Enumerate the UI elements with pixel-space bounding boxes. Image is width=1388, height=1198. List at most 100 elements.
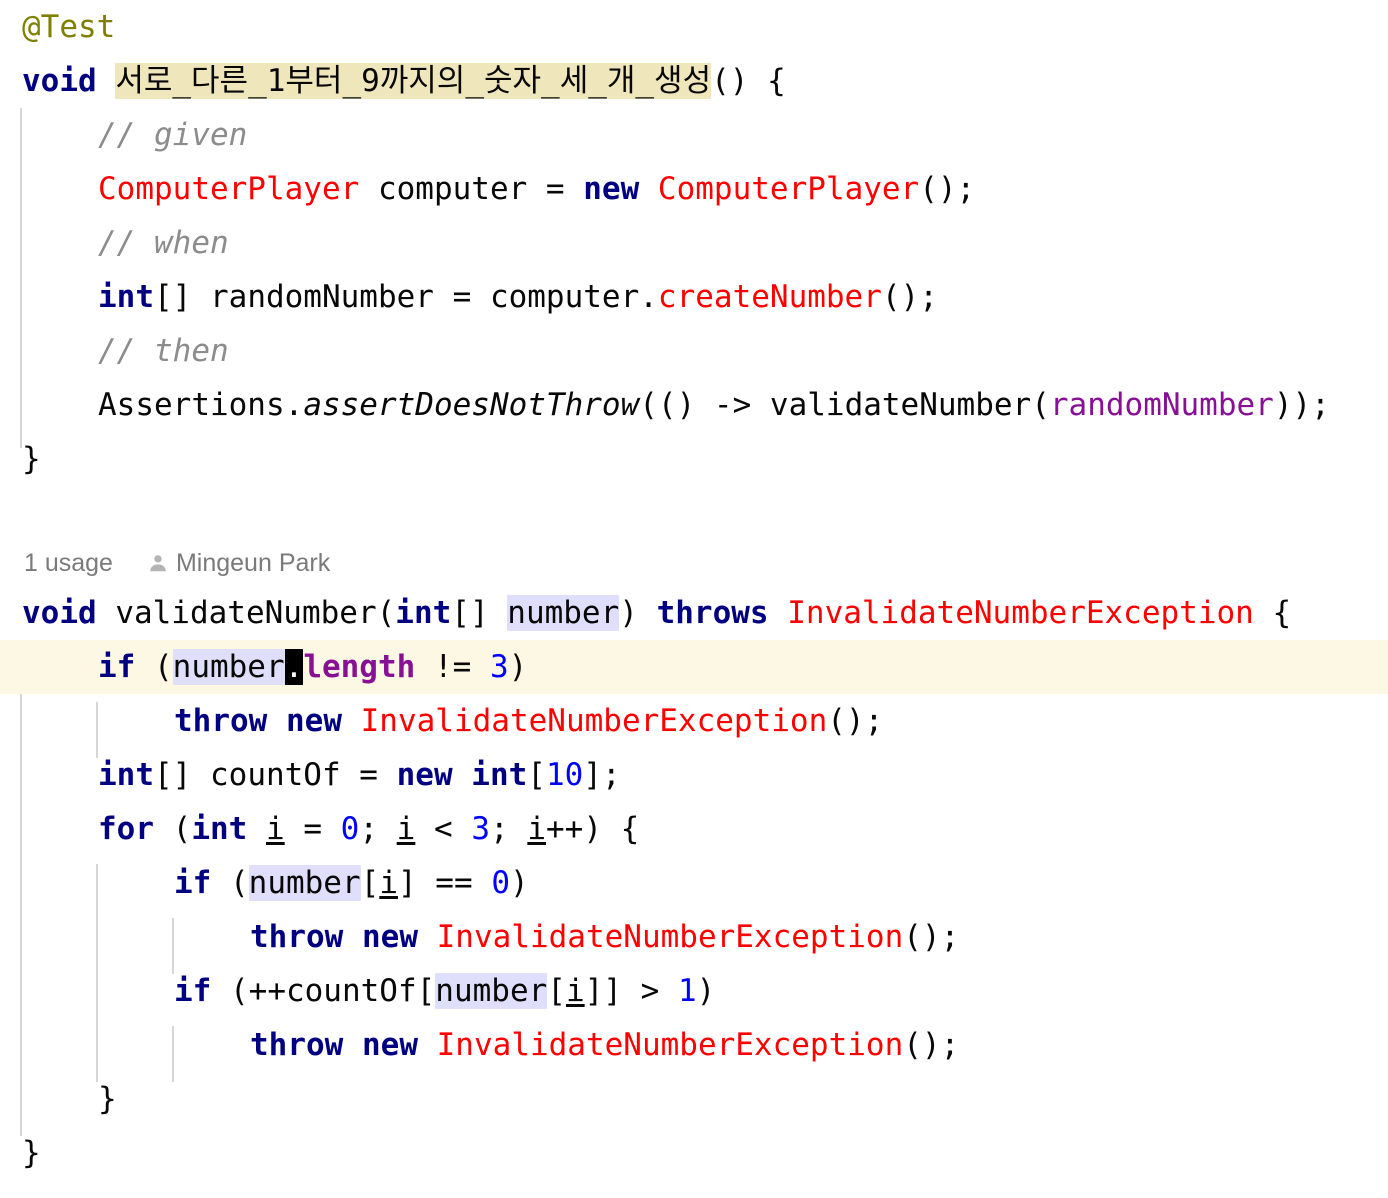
literal-10: 10 [545, 757, 584, 793]
code-line-duplicate-check[interactable]: if (++countOf[number[i]] > 1) [0, 964, 1388, 1018]
code-line-create-number[interactable]: int[] randomNumber = computer.createNumb… [0, 270, 1388, 324]
var-count-of-decl: [] countOf = [154, 757, 397, 793]
arg-random-number: randomNumber [1049, 387, 1274, 423]
keyword-if: if [98, 649, 136, 685]
loop-var-i: i [527, 811, 547, 847]
code-editor[interactable]: @Test void 서로_다른_1부터_9까지의_숫자_세_개_생성() { … [0, 0, 1388, 1198]
keyword-int: int [98, 757, 154, 793]
keyword-throw: throw [250, 1027, 344, 1063]
keyword-new: new [343, 1027, 418, 1063]
keyword-if: if [174, 865, 212, 901]
code-vision-inlay: 1 usage Mingeun Park [0, 540, 1388, 586]
loop-var-i: i [379, 865, 398, 901]
code-line-count-of-decl[interactable]: int[] countOf = new int[10]; [0, 748, 1388, 802]
line17-close: ) [696, 973, 716, 1009]
author-name[interactable]: Mingeun Park [176, 549, 330, 577]
method-name-validate-number[interactable]: validateNumber( [97, 595, 395, 631]
closing-brace: } [22, 1135, 41, 1171]
keyword-for: for [98, 811, 154, 847]
closing-brace: } [98, 1081, 117, 1117]
line15-idx-close: ] == [397, 865, 492, 901]
keyword-new: new [267, 703, 342, 739]
exception-type: InvalidateNumberException [417, 919, 904, 955]
code-line-validate-number-signature[interactable]: void validateNumber(int[] number) throws… [0, 586, 1388, 640]
line11-op: != [415, 649, 490, 685]
text-caret: . [284, 649, 304, 685]
var-computer-decl: computer = [359, 171, 584, 207]
param-number[interactable]: number [507, 595, 620, 631]
keyword-throw: throw [250, 919, 344, 955]
literal-0: 0 [491, 865, 510, 901]
exception-type: InvalidateNumberException [341, 703, 828, 739]
keyword-int: int [452, 757, 528, 793]
code-line-close-for[interactable]: } [0, 1072, 1388, 1126]
line16-tail: (); [903, 919, 960, 955]
line18-tail: (); [903, 1027, 960, 1063]
loop-var-i: i [266, 811, 285, 847]
ctor-computer-player: ComputerPlayer [639, 171, 920, 207]
ident-number[interactable]: number [435, 973, 548, 1009]
test-method-name[interactable]: 서로_다른_1부터_9까지의_숫자_세_개_생성 [115, 63, 712, 99]
code-line-for-loop[interactable]: for (int i = 0; i < 3; i++) { [0, 802, 1388, 856]
code-line-close-validate-number[interactable]: } [0, 1126, 1388, 1180]
code-line-length-check[interactable]: if (number.length != 3) [0, 640, 1388, 694]
usage-count[interactable]: 1 usage [24, 549, 113, 577]
code-line-assertions[interactable]: Assertions.assertDoesNotThrow(() -> vali… [0, 378, 1388, 432]
line17-idx-close: ]] > [584, 973, 678, 1009]
assertions-class: Assertions. [98, 387, 304, 423]
line10-mid: ) [619, 595, 657, 631]
line14-lt: < [415, 811, 472, 847]
line13-tail: ]; [583, 757, 621, 793]
keyword-int: int [98, 279, 154, 315]
lambda-body: (() -> validateNumber( [639, 387, 1050, 423]
line14-tail: ++) { [546, 811, 640, 847]
code-line-comment-then[interactable]: // then [0, 324, 1388, 378]
code-line-blank[interactable] [0, 486, 1388, 540]
comment-given: // given [98, 117, 248, 153]
exception-type: InvalidateNumberException [768, 595, 1254, 631]
annotation-test: @Test [22, 9, 116, 45]
ident-number[interactable]: number [172, 649, 285, 685]
keyword-new: new [396, 757, 453, 793]
line17-idx-open: [ [547, 973, 566, 1009]
line6-tail: (); [881, 279, 938, 315]
code-line-annotation[interactable]: @Test [0, 0, 1388, 54]
signature-tail: () { [711, 63, 786, 99]
loop-var-i: i [396, 811, 416, 847]
code-line-test-method-signature[interactable]: void 서로_다른_1부터_9까지의_숫자_세_개_생성() { [0, 54, 1388, 108]
line11-open: ( [135, 649, 173, 685]
keyword-new: new [583, 171, 640, 207]
keyword-new: new [343, 919, 418, 955]
code-line-throw-1[interactable]: throw new InvalidateNumberException(); [0, 694, 1388, 748]
comment-when: // when [98, 225, 229, 261]
line4-tail: (); [919, 171, 976, 207]
line14-eq: = [284, 811, 341, 847]
ident-number[interactable]: number [248, 865, 361, 901]
person-icon [147, 543, 169, 572]
keyword-int: int [395, 595, 452, 631]
literal-0: 0 [340, 811, 360, 847]
method-call-create-number: createNumber [657, 279, 882, 315]
line8-tail: )); [1273, 387, 1330, 423]
line14-semi1: ; [359, 811, 397, 847]
closing-brace: } [22, 441, 41, 477]
line15-idx-open: [ [360, 865, 380, 901]
code-line-throw-3[interactable]: throw new InvalidateNumberException(); [0, 1018, 1388, 1072]
code-line-throw-2[interactable]: throw new InvalidateNumberException(); [0, 910, 1388, 964]
line14-semi2: ; [490, 811, 528, 847]
line17-open: (++countOf[ [211, 973, 436, 1009]
line15-open: ( [211, 865, 249, 901]
field-length: length [303, 649, 416, 685]
line15-close: ) [509, 865, 529, 901]
code-line-close-test-method[interactable]: } [0, 432, 1388, 486]
line13-open: [ [527, 757, 546, 793]
code-line-comment-when[interactable]: // when [0, 216, 1388, 270]
var-random-number-decl: [] randomNumber = computer. [154, 279, 658, 315]
literal-3: 3 [471, 811, 491, 847]
code-line-zero-check[interactable]: if (number[i] == 0) [0, 856, 1388, 910]
code-line-new-computer-player[interactable]: ComputerPlayer computer = new ComputerPl… [0, 162, 1388, 216]
code-line-comment-given[interactable]: // given [0, 108, 1388, 162]
keyword-throws: throws [656, 595, 769, 631]
static-method-assert-does-not-throw: assertDoesNotThrow [303, 387, 640, 423]
